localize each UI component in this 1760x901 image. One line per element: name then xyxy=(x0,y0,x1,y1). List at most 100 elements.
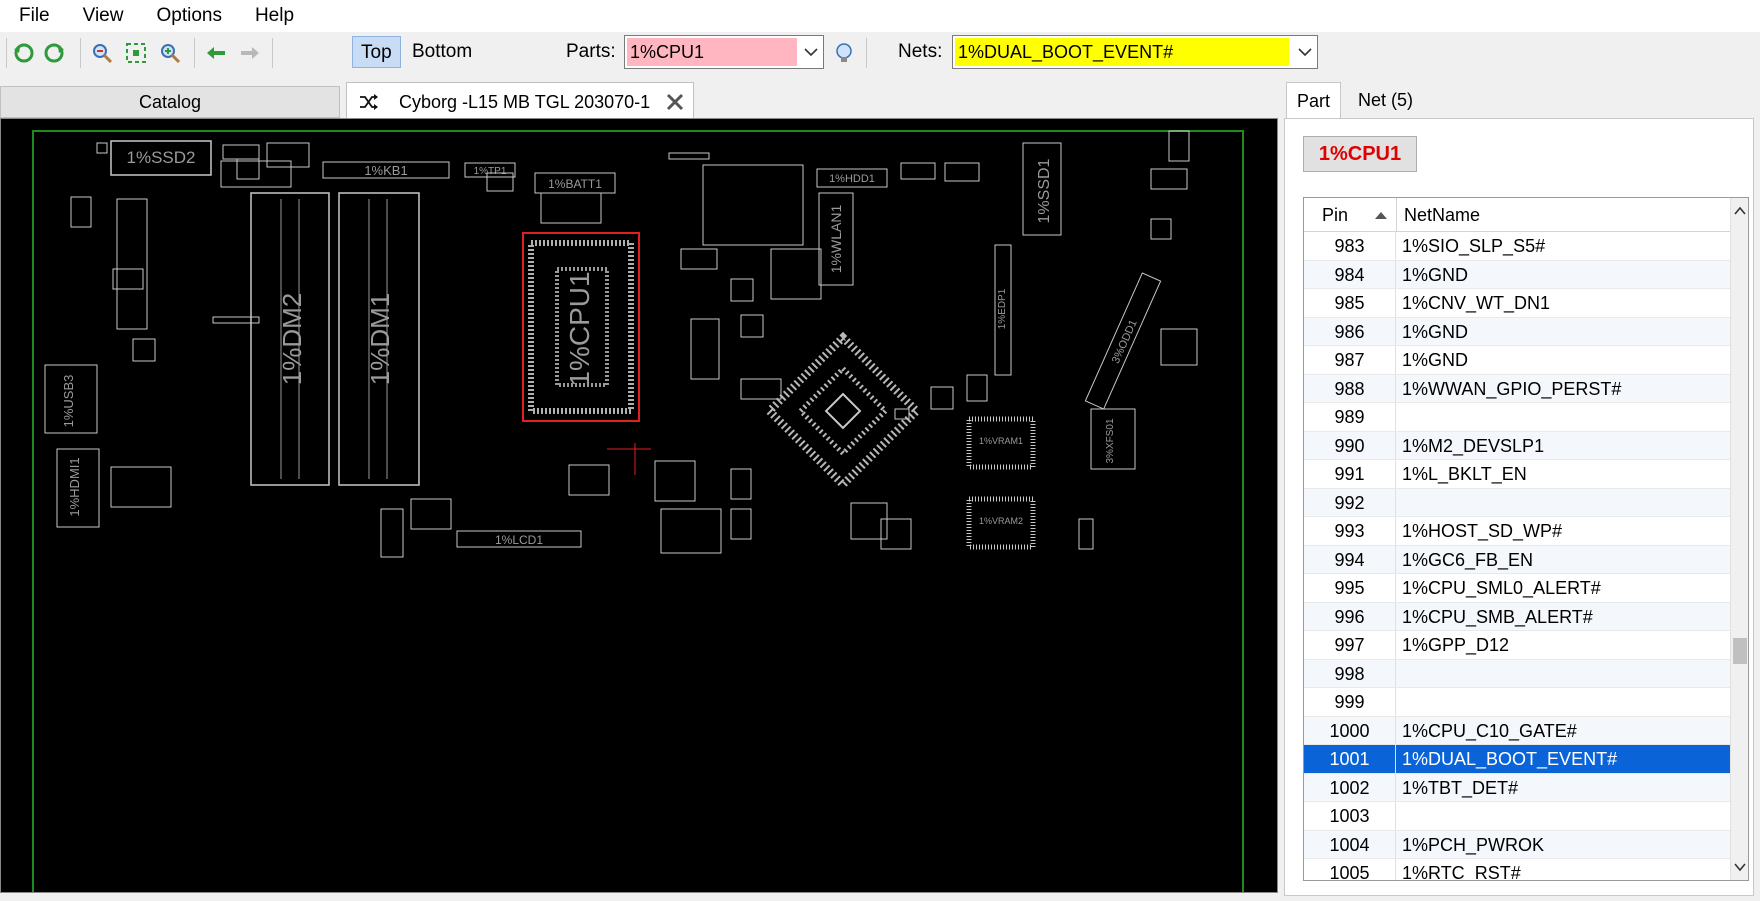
netname-cell: 1%GND xyxy=(1402,321,1469,342)
part-vram2-label: 1%VRAM2 xyxy=(979,516,1023,526)
side-top-toggle[interactable]: Top xyxy=(352,36,401,68)
scroll-up-icon[interactable] xyxy=(1734,206,1746,216)
table-row[interactable]: 985 1%CNV_WT_DN1 xyxy=(1304,289,1732,318)
nets-combobox-value[interactable]: 1%DUAL_BOOT_EVENT# xyxy=(955,38,1289,66)
menu-file[interactable]: File xyxy=(0,0,64,32)
netname-cell: 1%SIO_SLP_S5# xyxy=(1402,236,1546,256)
chevron-down-icon[interactable] xyxy=(1291,36,1317,68)
menu-view[interactable]: View xyxy=(64,0,138,32)
menu-options[interactable]: Options xyxy=(137,0,235,32)
document-tabs: Catalog Cyborg -L15 MB TGL 203070-1 xyxy=(0,82,1278,120)
part-batt1-label: 1%BATT1 xyxy=(548,177,602,191)
part-odd1: 3%ODD1 xyxy=(1084,272,1162,410)
part-lcd1-label: 1%LCD1 xyxy=(495,533,543,547)
side-bottom-toggle[interactable]: Bottom xyxy=(404,36,480,68)
chevron-down-icon[interactable] xyxy=(797,36,823,68)
table-row[interactable]: 989 xyxy=(1304,403,1732,432)
board-view-canvas[interactable]: 1%SSD2 1%KB1 1%TP1 1%BATT1 1%HDD1 1%SSD1… xyxy=(0,118,1278,901)
arrow-back-icon[interactable] xyxy=(204,41,228,65)
table-row[interactable]: 987 1%GND xyxy=(1304,346,1732,375)
netname-cell: 1%CNV_WT_DN1 xyxy=(1402,293,1551,313)
part-dm1-label: 1%DM1 xyxy=(365,293,395,385)
lightbulb-icon[interactable] xyxy=(832,41,856,65)
zoom-out-icon[interactable] xyxy=(90,41,114,65)
close-icon[interactable] xyxy=(665,92,685,112)
shuffle-icon xyxy=(360,94,378,110)
nets-label: Nets: xyxy=(898,41,943,62)
table-row[interactable]: 1003 xyxy=(1304,802,1732,831)
pin-cell: 995 xyxy=(1304,574,1396,602)
grid-scrollbar[interactable] xyxy=(1730,198,1748,880)
pin-cell: 999 xyxy=(1304,688,1396,716)
netname-cell: 1%GND xyxy=(1402,350,1469,370)
netname-cell: 1%CPU_C10_GATE# xyxy=(1402,720,1577,741)
table-row[interactable]: 992 xyxy=(1304,488,1732,517)
netname-cell: 1%PCH_PWROK xyxy=(1402,834,1545,855)
table-row[interactable]: 999 xyxy=(1304,688,1732,717)
pin-cell: 991 xyxy=(1304,460,1396,488)
zoom-in-icon[interactable] xyxy=(158,41,182,65)
parts-combobox-value[interactable]: 1%CPU1 xyxy=(627,38,797,66)
table-row[interactable]: 1000 1%CPU_C10_GATE# xyxy=(1304,716,1732,745)
netname-cell: 1%GPP_D12 xyxy=(1402,635,1510,655)
table-row[interactable]: 986 1%GND xyxy=(1304,317,1732,346)
netname-cell: 1%CPU_SML0_ALERT# xyxy=(1402,578,1601,598)
netname-cell: 1%TBT_DET# xyxy=(1402,777,1519,798)
table-row[interactable]: 1002 1%TBT_DET# xyxy=(1304,773,1732,802)
column-header-pin[interactable]: Pin xyxy=(1322,198,1402,232)
table-row[interactable]: 1001 1%DUAL_BOOT_EVENT# xyxy=(1304,745,1732,774)
toolbar-grip xyxy=(6,38,7,68)
part-odd1-label: 3%ODD1 xyxy=(1110,318,1140,365)
netname-cell: 1%L_BKLT_EN xyxy=(1402,464,1527,484)
tab-board[interactable]: Cyborg -L15 MB TGL 203070-1 xyxy=(346,82,694,120)
pin-cell: 1004 xyxy=(1304,830,1396,858)
table-row[interactable]: 994 1%GC6_FB_EN xyxy=(1304,545,1732,574)
tab-net[interactable]: Net (5) xyxy=(1348,82,1423,118)
table-row[interactable]: 991 1%L_BKLT_EN xyxy=(1304,460,1732,489)
pin-cell: 1005 xyxy=(1304,859,1396,880)
table-row[interactable]: 983 1%SIO_SLP_S5# xyxy=(1304,232,1732,261)
part-usb3-label: 1%USB3 xyxy=(61,375,76,428)
rotate-right-icon[interactable] xyxy=(42,41,66,65)
toolbar-separator xyxy=(272,38,273,68)
part-ssd2-label: 1%SSD2 xyxy=(127,148,196,167)
pin-net-grid[interactable]: Pin NetName 983 1%SIO_SLP_S5# 984 1%GND 985 1… xyxy=(1303,197,1749,881)
parts-combobox[interactable]: 1%CPU1 xyxy=(624,35,824,69)
part-inspector-panel: Part Net (5) 1%CPU1 Pin NetName 983 1%SIO… xyxy=(1284,82,1760,901)
table-row[interactable]: 990 1%M2_DEVSLP1 xyxy=(1304,431,1732,460)
pin-cell: 987 xyxy=(1304,346,1396,374)
menu-help[interactable]: Help xyxy=(236,0,308,32)
table-row[interactable]: 993 1%HOST_SD_WP# xyxy=(1304,517,1732,546)
pin-cell: 1001 xyxy=(1304,745,1396,773)
pin-cell: 986 xyxy=(1304,317,1396,345)
scroll-down-icon[interactable] xyxy=(1734,862,1746,872)
table-row[interactable]: 995 1%CPU_SML0_ALERT# xyxy=(1304,574,1732,603)
table-row[interactable]: 998 xyxy=(1304,659,1732,688)
column-header-netname[interactable]: NetName xyxy=(1404,198,1480,232)
netname-cell: 1%RTC_RST# xyxy=(1402,863,1521,881)
table-row[interactable]: 988 1%WWAN_GPIO_PERST# xyxy=(1304,374,1732,403)
pin-cell: 994 xyxy=(1304,545,1396,573)
part-ssd2-connector xyxy=(222,144,260,160)
table-row[interactable]: 1004 1%PCH_PWROK xyxy=(1304,830,1732,859)
part-inspector-body: 1%CPU1 Pin NetName 983 1%SIO_SLP_S5# 984 1%… xyxy=(1284,118,1754,896)
pin-cell: 1003 xyxy=(1304,802,1396,830)
pcb-drawing[interactable]: 1%SSD2 1%KB1 1%TP1 1%BATT1 1%HDD1 1%SSD1… xyxy=(1,119,1277,901)
pin-cell: 996 xyxy=(1304,602,1396,630)
rotate-left-icon[interactable] xyxy=(12,41,36,65)
netname-cell: 1%GND xyxy=(1402,264,1469,285)
selected-part-button[interactable]: 1%CPU1 xyxy=(1303,136,1417,172)
arrow-forward-icon[interactable] xyxy=(238,41,262,65)
toolbar: Top Bottom Parts: 1%CPU1 Nets: 1%DUAL_BO… xyxy=(0,32,1760,74)
table-row[interactable]: 984 1%GND xyxy=(1304,260,1732,289)
table-row[interactable]: 997 1%GPP_D12 xyxy=(1304,631,1732,660)
tab-board-label: Cyborg -L15 MB TGL 203070-1 xyxy=(399,92,651,112)
tab-part[interactable]: Part xyxy=(1286,82,1342,120)
table-row[interactable]: 996 1%CPU_SMB_ALERT# xyxy=(1304,602,1732,631)
pin-cell: 990 xyxy=(1304,431,1396,459)
scrollbar-thumb[interactable] xyxy=(1733,638,1747,664)
tab-catalog[interactable]: Catalog xyxy=(0,86,340,118)
zoom-fit-icon[interactable] xyxy=(124,41,148,65)
nets-combobox[interactable]: 1%DUAL_BOOT_EVENT# xyxy=(952,35,1318,69)
table-row[interactable]: 1005 1%RTC_RST# xyxy=(1304,859,1732,881)
